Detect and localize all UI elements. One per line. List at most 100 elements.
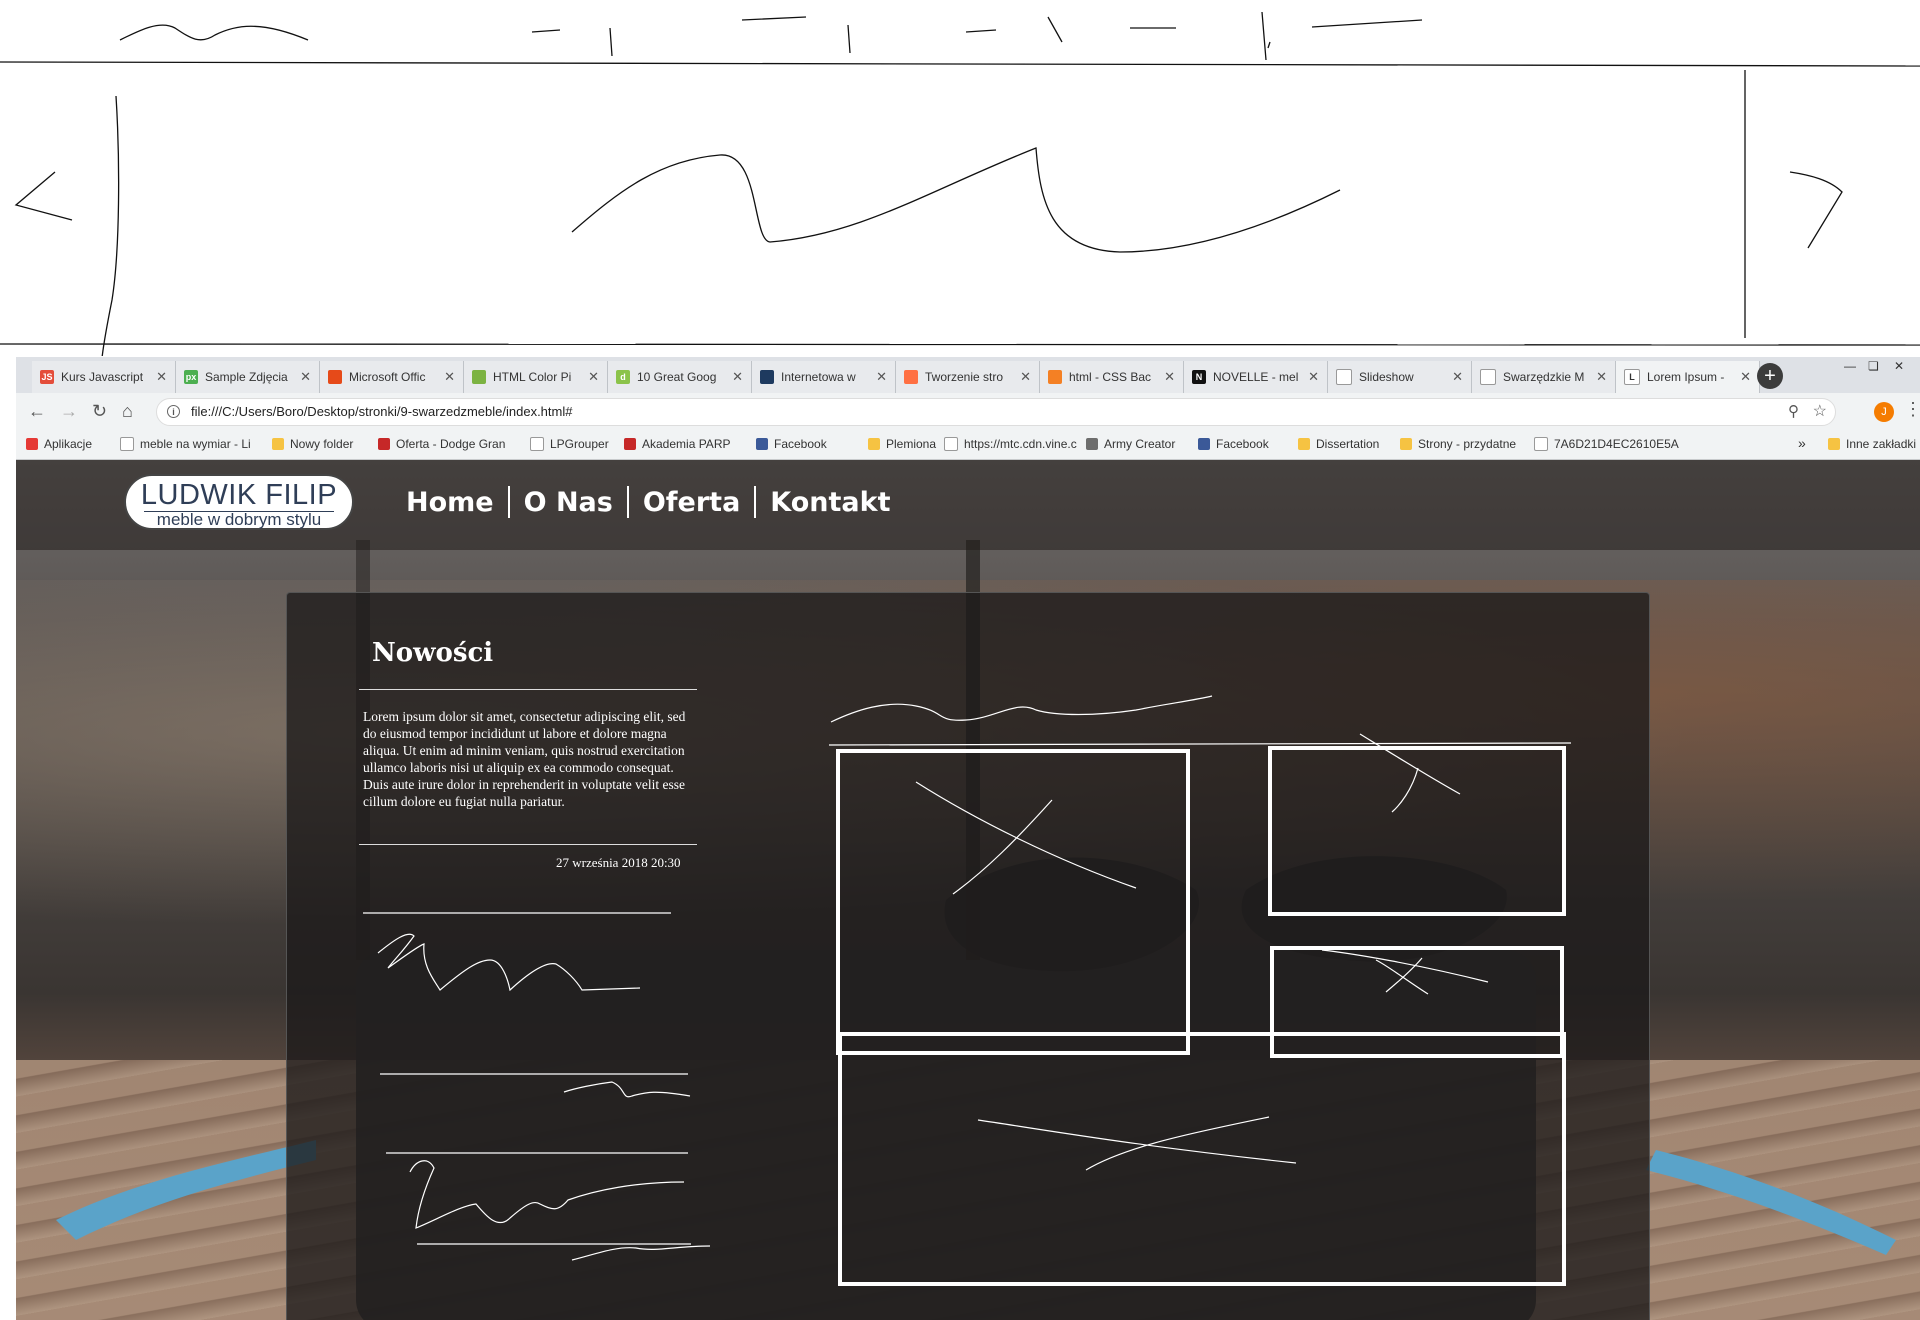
zoom-icon[interactable]: ⚲ <box>1788 399 1799 425</box>
tab-label: Swarzędzkie M <box>1503 370 1585 384</box>
browser-tab[interactable]: Tworzenie stro ✕ <box>896 361 1040 393</box>
minimize-icon[interactable]: — <box>1844 359 1856 373</box>
close-tab-icon[interactable]: ✕ <box>444 369 455 385</box>
star-icon[interactable]: ☆ <box>1813 399 1827 425</box>
bookmark-label: Oferta - Dodge Gran <box>396 437 506 451</box>
close-tab-icon[interactable]: ✕ <box>1164 369 1175 385</box>
tab-label: Lorem Ipsum - <box>1647 370 1725 384</box>
url-text: file:///C:/Users/Boro/Desktop/stronki/9-… <box>191 404 573 419</box>
bookmark-icon <box>1534 437 1548 451</box>
close-tab-icon[interactable]: ✕ <box>588 369 599 385</box>
close-tab-icon[interactable]: ✕ <box>876 369 887 385</box>
bookmark-item[interactable]: LPGrouper <box>530 437 609 451</box>
bookmark-icon <box>944 437 958 451</box>
bookmark-label: meble na wymiar - Li <box>140 437 251 451</box>
browser-tab[interactable]: JS Kurs Javascript ✕ <box>32 361 176 393</box>
bookmark-item[interactable]: Dissertation <box>1298 437 1379 451</box>
info-icon[interactable]: i <box>167 405 180 418</box>
folder-icon <box>1828 438 1840 450</box>
tab-label: Sample Zdjęcia <box>205 370 288 384</box>
browser-tab[interactable]: px Sample Zdjęcia ✕ <box>176 361 320 393</box>
bookmark-icon <box>1298 438 1310 450</box>
browser-tab[interactable]: Internetowa w ✕ <box>752 361 896 393</box>
page-icon <box>1480 369 1496 385</box>
bookmark-label: 7A6D21D4EC2610E5A <box>1554 437 1679 451</box>
bookmark-item[interactable]: 7A6D21D4EC2610E5A <box>1534 437 1679 451</box>
browser-tab[interactable]: N NOVELLE - mel ✕ <box>1184 361 1328 393</box>
tab-label: Slideshow <box>1359 370 1414 384</box>
bookmark-item[interactable]: Akademia PARP <box>624 437 730 451</box>
tab-label: Microsoft Offic <box>349 370 426 384</box>
tab-label: Kurs Javascript <box>61 370 144 384</box>
page-icon <box>1336 369 1352 385</box>
tab-label: Internetowa w <box>781 370 856 384</box>
bookmark-item[interactable]: Plemiona <box>868 437 936 451</box>
profile-avatar[interactable]: J <box>1874 402 1894 422</box>
address-bar[interactable]: i file:///C:/Users/Boro/Desktop/stronki/… <box>156 398 1836 426</box>
tab-label: 10 Great Goog <box>637 370 717 384</box>
browser-tab[interactable]: Swarzędzkie M ✕ <box>1472 361 1616 393</box>
browser-toolbar: ← → ↻ ⌂ i file:///C:/Users/Boro/Desktop/… <box>16 393 1920 432</box>
restore-icon[interactable]: ❏ <box>1868 359 1879 373</box>
bookmark-item[interactable]: Oferta - Dodge Gran <box>378 437 505 451</box>
bookmark-label: Plemiona <box>886 437 937 451</box>
color-icon <box>472 370 486 384</box>
bookmark-label: Strony - przydatne <box>1418 437 1517 451</box>
browser-tab[interactable]: html - CSS Bac ✕ <box>1040 361 1184 393</box>
wireframe-sketch <box>0 11 1920 356</box>
bookmark-item[interactable]: Nowy folder <box>272 437 353 451</box>
browser-tab[interactable]: Slideshow ✕ <box>1328 361 1472 393</box>
bookmark-icon <box>1086 438 1098 450</box>
bookmark-icon <box>624 438 636 450</box>
bookmark-label: Facebook <box>774 437 827 451</box>
close-tab-icon[interactable]: ✕ <box>300 369 311 385</box>
orange-icon <box>904 370 918 384</box>
reload-icon[interactable]: ↻ <box>92 401 107 422</box>
bookmark-item[interactable]: Aplikacje <box>26 437 92 451</box>
bookmark-item[interactable]: Facebook <box>756 437 827 451</box>
bookmark-icon <box>26 438 38 450</box>
tab-label: Tworzenie stro <box>925 370 1004 384</box>
close-tab-icon[interactable]: ✕ <box>156 369 167 385</box>
bookmark-item[interactable]: meble na wymiar - Li <box>120 437 251 451</box>
bookmark-label: Army Creator <box>1104 437 1176 451</box>
bookmark-item[interactable]: Army Creator <box>1086 437 1175 451</box>
home-icon[interactable]: ⌂ <box>122 401 133 422</box>
close-tab-icon[interactable]: ✕ <box>1740 369 1751 385</box>
browser-tab[interactable]: d 10 Great Goog ✕ <box>608 361 752 393</box>
tab-label: NOVELLE - mel <box>1213 370 1299 384</box>
close-tab-icon[interactable]: ✕ <box>1020 369 1031 385</box>
bookmark-icon <box>272 438 284 450</box>
bookmark-item[interactable]: Strony - przydatne <box>1400 437 1516 451</box>
bookmark-label: LPGrouper <box>550 437 609 451</box>
other-bookmarks[interactable]: Inne zakładki <box>1828 437 1916 451</box>
bookmark-label: Facebook <box>1216 437 1269 451</box>
browser-tab[interactable]: Microsoft Offic ✕ <box>320 361 464 393</box>
back-icon[interactable]: ← <box>28 401 46 422</box>
l-icon: L <box>1624 369 1640 385</box>
image-placeholder-large[interactable] <box>836 749 1190 1055</box>
close-tab-icon[interactable]: ✕ <box>732 369 743 385</box>
close-tab-icon[interactable]: ✕ <box>1308 369 1319 385</box>
bookmarks-bar: » Inne zakładki Aplikacje meble na wymiar… <box>16 431 1920 460</box>
bookmark-label: https://mtc.cdn.vine.c <box>964 437 1077 451</box>
close-tab-icon[interactable]: ✕ <box>1596 369 1607 385</box>
bookmark-label: Akademia PARP <box>642 437 731 451</box>
bookmark-icon <box>1198 438 1210 450</box>
browser-tab[interactable]: L Lorem Ipsum - ✕ <box>1616 361 1760 393</box>
bookmark-item[interactable]: Facebook <box>1198 437 1269 451</box>
new-tab-button[interactable]: + <box>1757 363 1783 389</box>
n-icon: N <box>1192 370 1206 384</box>
tab-strip: JS Kurs Javascript ✕ px Sample Zdjęcia ✕ Micro… <box>16 357 1920 393</box>
image-placeholder-small-top[interactable] <box>1268 746 1566 916</box>
menu-icon[interactable]: ⋮ <box>1904 399 1920 420</box>
close-window-icon[interactable]: ✕ <box>1894 359 1904 373</box>
forward-icon[interactable]: → <box>60 401 78 422</box>
bookmark-item[interactable]: https://mtc.cdn.vine.c <box>944 437 1077 451</box>
browser-window: JS Kurs Javascript ✕ px Sample Zdjęcia ✕ Micro… <box>16 357 1920 1320</box>
bookmarks-more-icon[interactable]: » <box>1798 435 1806 451</box>
close-tab-icon[interactable]: ✕ <box>1452 369 1463 385</box>
tab-label: HTML Color Pi <box>493 370 572 384</box>
image-placeholder-wide[interactable] <box>838 1032 1566 1286</box>
browser-tab[interactable]: HTML Color Pi ✕ <box>464 361 608 393</box>
